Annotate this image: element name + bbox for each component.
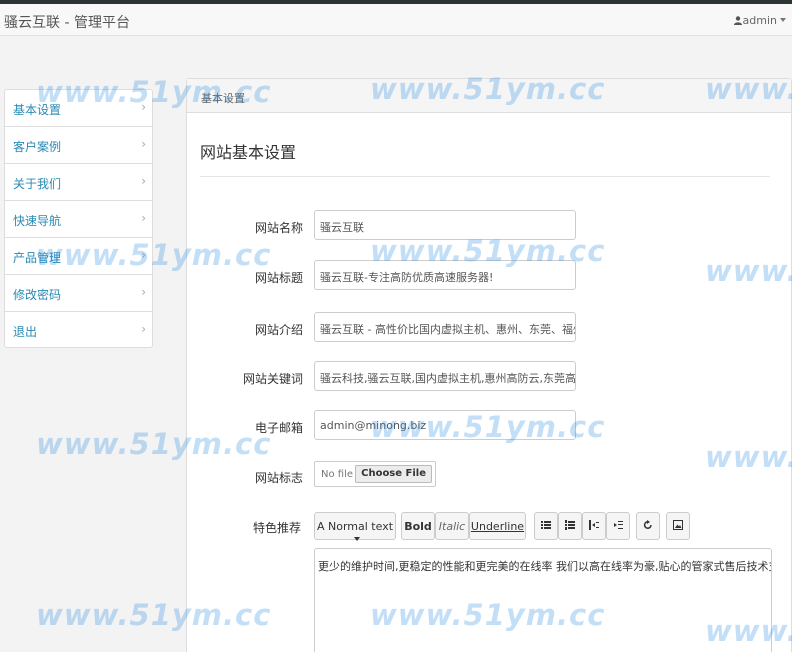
numbered-list-button[interactable]	[558, 512, 582, 540]
sidebar-item-about-us[interactable]: 关于我们 ›	[5, 164, 152, 201]
features-label: 特色推荐	[252, 521, 301, 535]
site-intro-input[interactable]: 骚云互联 - 高性价比国内虚拟主机、惠州、东莞、福州、双线云	[314, 312, 576, 342]
form-legend: 网站基本设置	[200, 139, 770, 177]
italic-button[interactable]: Italic	[435, 512, 469, 540]
indent-icon	[614, 521, 623, 529]
site-title-input[interactable]: 骚云互联-专注高防优质高速服务器!	[314, 260, 576, 290]
sidebar-item-label: 关于我们	[13, 177, 62, 191]
chevron-right-icon: ›	[141, 100, 146, 114]
chevron-right-icon: ›	[141, 211, 146, 225]
sidebar-item-quick-nav[interactable]: 快速导航 ›	[5, 201, 152, 238]
chevron-right-icon: ›	[141, 248, 146, 262]
chevron-down-icon	[353, 537, 360, 541]
format-label: A Normal text	[316, 520, 394, 533]
outdent-button[interactable]	[582, 512, 606, 540]
email-label: 电子邮箱	[254, 421, 303, 435]
user-name: admin	[742, 14, 777, 27]
undo-icon	[643, 520, 652, 529]
bold-button[interactable]: Bold	[401, 512, 435, 540]
sidebar-item-label: 产品管理	[13, 251, 62, 265]
chevron-right-icon: ›	[141, 285, 146, 299]
chevron-down-icon	[780, 18, 786, 22]
top-navbar: 骚云互联 - 管理平台 admin	[0, 0, 792, 36]
bullet-list-icon	[541, 521, 551, 529]
underline-button[interactable]: Underline	[469, 512, 526, 540]
text-format-dropdown[interactable]: A Normal text	[314, 512, 396, 541]
site-intro-label: 网站介绍	[254, 323, 303, 337]
site-keywords-label: 网站关键词	[242, 372, 303, 386]
brand-title[interactable]: 骚云互联 - 管理平台	[4, 12, 130, 32]
chevron-right-icon: ›	[141, 137, 146, 151]
chevron-right-icon: ›	[141, 174, 146, 188]
sidebar-item-label: 修改密码	[13, 288, 62, 302]
indent-button[interactable]	[606, 512, 630, 540]
sidebar-item-label: 快速导航	[13, 214, 62, 228]
sidebar-item-label: 退出	[13, 325, 38, 339]
sidebar-item-label: 基本设置	[13, 103, 62, 117]
logo-label: 网站标志	[254, 471, 303, 485]
outdent-icon	[589, 520, 599, 530]
features-editor[interactable]: 更少的维护时间,更稳定的性能和更完美的在线率 我们以高在线率为豪,贴心的管家式售…	[314, 548, 772, 652]
sidebar: 基本设置 › 客户案例 › 关于我们 › 快速导航 › 产品管理 › 修改密码 › 退出 ›	[4, 89, 153, 348]
site-keywords-input[interactable]: 骚云科技,骚云互联,国内虚拟主机,惠州高防云,东莞高防云,福州高	[314, 361, 576, 391]
user-menu[interactable]: admin	[733, 14, 786, 27]
sidebar-item-label: 客户案例	[13, 140, 62, 154]
sidebar-item-basic-settings[interactable]: 基本设置 ›	[5, 90, 152, 127]
site-name-input[interactable]: 骚云互联	[314, 210, 576, 240]
sidebar-item-products[interactable]: 产品管理 ›	[5, 238, 152, 275]
numbered-list-icon	[565, 520, 575, 530]
sidebar-item-client-cases[interactable]: 客户案例 ›	[5, 127, 152, 164]
image-icon	[673, 520, 683, 530]
panel-header: 基本设置	[187, 79, 791, 113]
site-title-label: 网站标题	[254, 271, 303, 285]
insert-image-button[interactable]	[666, 512, 690, 540]
choose-file-button[interactable]: Choose File	[355, 465, 432, 483]
settings-panel: 基本设置 网站基本设置 网站名称 骚云互联 网站标题 骚云互联-专注高防优质高速…	[186, 78, 792, 652]
panel-title: 基本设置	[201, 92, 245, 105]
email-field[interactable]: admin@minong.biz	[314, 410, 576, 440]
user-icon	[733, 16, 742, 25]
sidebar-item-change-password[interactable]: 修改密码 ›	[5, 275, 152, 312]
site-name-label: 网站名称	[254, 221, 303, 235]
undo-button[interactable]	[636, 512, 660, 540]
bullet-list-button[interactable]	[534, 512, 558, 540]
chevron-right-icon: ›	[141, 322, 146, 336]
logo-file-input[interactable]: No file selec... Choose File	[314, 461, 436, 487]
sidebar-item-logout[interactable]: 退出 ›	[5, 312, 152, 347]
